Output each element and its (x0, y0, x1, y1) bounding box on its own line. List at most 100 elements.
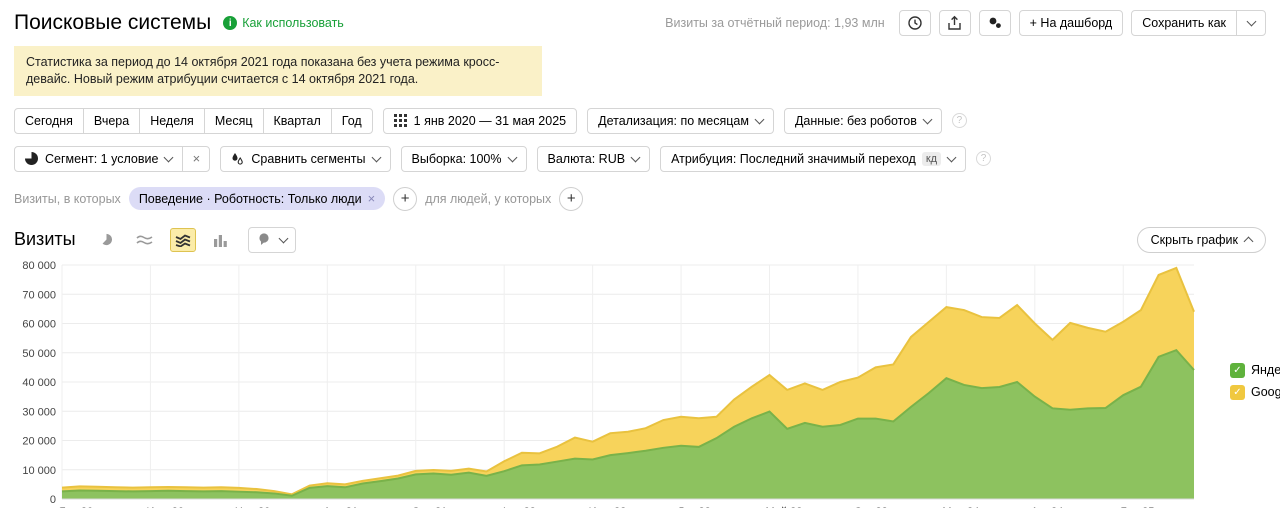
detalization-label: Детализация: по месяцам (598, 114, 749, 128)
checkbox-yandex-icon[interactable]: ✓ (1230, 363, 1245, 378)
robots-filter-chip-label: Поведение · Роботность: Только люди (139, 192, 362, 206)
chevron-down-icon (507, 152, 517, 162)
currency-label: Валюта: RUB (548, 152, 626, 166)
attribution-notice: Статистика за период до 14 октября 2021 … (14, 46, 542, 96)
stacked-area-chart: 0 10 000 20 000 30 000 40 000 50 000 60 000 70 … (14, 257, 1280, 508)
robots-filter-chip[interactable]: Поведение · Роботность: Только люди × (129, 187, 385, 210)
comment-bubble-icon (257, 232, 273, 247)
range-today-button[interactable]: Сегодня (14, 108, 84, 134)
chip-remove-icon[interactable]: × (368, 191, 376, 206)
y-axis-label: 80 000 (22, 260, 56, 272)
y-axis-label: 10 000 (22, 465, 56, 477)
legend-label-yandex: Яндекс (1251, 363, 1280, 377)
stacked-area-icon (175, 233, 191, 247)
two-dots-icon (987, 15, 1003, 31)
quick-range-group: Сегодня Вчера Неделя Месяц Квартал Год (14, 108, 373, 134)
chevron-down-icon (631, 152, 641, 162)
compare-segments-label: Сравнить сегменты (251, 152, 365, 166)
save-as-button[interactable]: Сохранить как (1131, 10, 1237, 36)
segment-group: Сегмент: 1 условие × (14, 146, 210, 172)
export-icon (947, 15, 962, 31)
currency-button[interactable]: Валюта: RUB (537, 146, 651, 172)
chevron-down-icon (947, 152, 957, 162)
visits-filter-row: Визиты, в которых Поведение · Роботность… (14, 187, 1266, 211)
y-axis-label: 0 (50, 494, 56, 506)
save-as-split-button: Сохранить как (1131, 10, 1266, 36)
range-year-button[interactable]: Год (331, 108, 373, 134)
y-axis-label: 20 000 (22, 435, 56, 447)
calendar-grid-icon (394, 114, 407, 127)
y-axis-label: 30 000 (22, 406, 56, 418)
info-icon: i (223, 16, 237, 30)
line-chart-type-button[interactable] (132, 228, 158, 252)
add-to-dashboard-button[interactable]: + На дашборд (1019, 10, 1124, 36)
help-icon[interactable]: ? (976, 151, 991, 166)
date-range-button[interactable]: 1 янв 2020 — 31 мая 2025 (383, 108, 577, 134)
y-axis-label: 70 000 (22, 289, 56, 301)
segment-clear-button[interactable]: × (182, 146, 210, 172)
y-axis-label: 40 000 (22, 377, 56, 389)
columns-chart-type-button[interactable] (208, 228, 234, 252)
y-axis-label: 60 000 (22, 318, 56, 330)
stacked-area-type-button[interactable] (170, 228, 196, 252)
widgets-menu-button[interactable] (979, 10, 1011, 36)
pie-segment-icon (25, 152, 38, 165)
detalization-button[interactable]: Детализация: по месяцам (587, 108, 774, 134)
chevron-down-icon (278, 233, 288, 243)
chart-title: Визиты (14, 229, 76, 250)
annotations-button[interactable] (248, 227, 296, 253)
compare-segments-button[interactable]: Сравнить сегменты (220, 146, 390, 172)
add-visit-condition-button[interactable]: + (393, 187, 417, 211)
add-people-condition-button[interactable]: + (559, 187, 583, 211)
period-visits-label: Визиты за отчётный период: 1,93 млн (665, 16, 884, 30)
chart-header: Визиты Скрыть график (14, 227, 1266, 253)
chevron-down-icon (371, 152, 381, 162)
data-mode-button[interactable]: Данные: без роботов (784, 108, 942, 134)
hide-chart-label: Скрыть график (1151, 233, 1238, 247)
droplets-icon (231, 152, 244, 166)
metrika-search-engines-report: Поисковые системы i Как использовать Виз… (0, 0, 1280, 508)
sampling-label: Выборка: 100% (412, 152, 502, 166)
chevron-up-icon (1244, 237, 1254, 247)
legend-item-google[interactable]: ✓ Google (1230, 385, 1280, 400)
legend-item-yandex[interactable]: ✓ Яндекс (1230, 363, 1280, 378)
how-to-use-label: Как использовать (242, 16, 344, 30)
chart-legend: ✓ Яндекс ✓ Google (1230, 363, 1280, 400)
segment-label: Сегмент: 1 условие (45, 152, 158, 166)
pie-chart-type-button[interactable] (94, 228, 120, 252)
checkbox-google-icon[interactable]: ✓ (1230, 385, 1245, 400)
attribution-button[interactable]: Атрибуция: Последний значимый переход кд (660, 146, 966, 172)
export-button[interactable] (939, 10, 971, 36)
chevron-down-icon (1246, 17, 1256, 27)
hide-chart-button[interactable]: Скрыть график (1137, 227, 1266, 253)
date-range-label: 1 янв 2020 — 31 мая 2025 (414, 114, 566, 128)
how-to-use-link[interactable]: i Как использовать (223, 16, 344, 30)
help-icon[interactable]: ? (952, 113, 967, 128)
people-filter-label: для людей, у которых (425, 192, 551, 206)
save-as-dropdown-button[interactable] (1236, 10, 1266, 36)
chevron-down-icon (922, 114, 932, 124)
visits-chart: 0 10 000 20 000 30 000 40 000 50 000 60 000 70 … (14, 257, 1266, 508)
page-title: Поисковые системы (14, 11, 211, 35)
columns-chart-icon (213, 233, 228, 247)
y-axis-label: 50 000 (22, 348, 56, 360)
history-button[interactable] (899, 10, 931, 36)
chevron-down-icon (164, 152, 174, 162)
line-chart-icon (136, 233, 153, 246)
data-mode-label: Данные: без роботов (795, 114, 917, 128)
segment-button[interactable]: Сегмент: 1 условие (14, 146, 183, 172)
chevron-down-icon (754, 114, 764, 124)
range-week-button[interactable]: Неделя (139, 108, 205, 134)
legend-label-google: Google (1251, 385, 1280, 399)
visits-filter-label: Визиты, в которых (14, 192, 121, 206)
sampling-button[interactable]: Выборка: 100% (401, 146, 527, 172)
attribution-label: Атрибуция: Последний значимый переход (671, 152, 916, 166)
pie-chart-icon (99, 232, 114, 247)
range-yesterday-button[interactable]: Вчера (83, 108, 140, 134)
segment-toolbar: Сегмент: 1 условие × Сравнить сегменты В… (14, 146, 1266, 172)
range-quarter-button[interactable]: Квартал (263, 108, 332, 134)
report-header: Поисковые системы i Как использовать Виз… (14, 10, 1266, 36)
period-toolbar: Сегодня Вчера Неделя Месяц Квартал Год 1… (14, 108, 1266, 134)
attribution-badge: кд (922, 152, 941, 166)
range-month-button[interactable]: Месяц (204, 108, 264, 134)
